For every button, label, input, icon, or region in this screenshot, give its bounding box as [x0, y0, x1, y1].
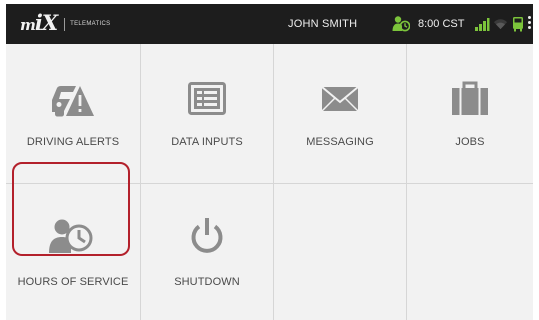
tile-empty-2 [407, 184, 533, 320]
tile-messaging[interactable]: MESSAGING [274, 44, 406, 183]
device-screen: miX TELEMATICS JOHN SMITH 8:00 CST DRIVI… [6, 4, 533, 320]
tile-label-hours-of-service: HOURS OF SERVICE [17, 276, 129, 288]
form-list-icon [188, 82, 226, 115]
grid-divider [273, 44, 274, 320]
tile-label-data-inputs: DATA INPUTS [171, 136, 243, 148]
grid-divider [406, 44, 407, 320]
tile-empty-1 [274, 184, 406, 320]
tile-jobs[interactable]: JOBS [407, 44, 533, 183]
tile-driving-alerts[interactable]: DRIVING ALERTS [6, 44, 140, 183]
logo-divider [64, 17, 66, 31]
wifi-icon [493, 19, 508, 30]
tile-hours-of-service[interactable]: HOURS OF SERVICE [6, 184, 140, 320]
clock-time: 8:00 CST [418, 18, 465, 30]
overflow-menu-icon[interactable] [526, 14, 533, 34]
vehicle-icon [513, 17, 523, 32]
car-warning-icon [52, 86, 94, 117]
grid-divider [6, 183, 533, 184]
user-name: JOHN SMITH [288, 18, 358, 30]
tile-label-shutdown: SHUTDOWN [174, 276, 240, 288]
hos-status-icon[interactable] [392, 15, 410, 33]
power-icon [191, 218, 223, 253]
driver-clock-icon [49, 219, 93, 253]
tile-shutdown[interactable]: SHUTDOWN [141, 184, 273, 320]
envelope-icon [321, 86, 359, 112]
tile-label-messaging: MESSAGING [306, 136, 374, 148]
logo-subtitle: TELEMATICS [70, 21, 111, 27]
tile-label-jobs: JOBS [455, 136, 485, 148]
mix-telematics-logo: miX TELEMATICS [20, 10, 111, 36]
status-bar: miX TELEMATICS JOHN SMITH 8:00 CST [6, 4, 533, 44]
main-menu-grid: DRIVING ALERTS DATA INPUTS MESSAGING JOB… [6, 44, 533, 320]
signal-icon [475, 18, 490, 31]
tile-data-inputs[interactable]: DATA INPUTS [141, 44, 273, 183]
grid-divider [140, 44, 141, 320]
logo-mark: miX [20, 10, 58, 35]
briefcase-icon [452, 81, 488, 115]
tile-label-driving-alerts: DRIVING ALERTS [26, 136, 120, 148]
